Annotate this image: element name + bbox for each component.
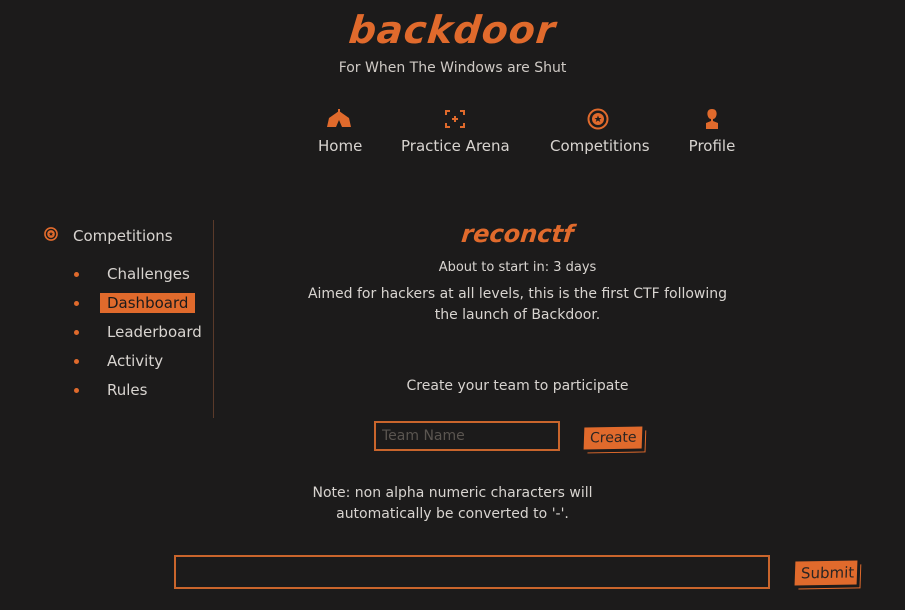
sidebar-divider xyxy=(213,220,214,418)
star-badge-icon xyxy=(587,108,609,130)
bullet-icon xyxy=(74,388,79,393)
site-tagline: For When The Windows are Shut xyxy=(338,60,567,76)
nav-profile-label: Profile xyxy=(688,137,736,155)
team-name-input[interactable] xyxy=(374,421,560,451)
nav-practice-arena-label: Practice Arena xyxy=(401,137,510,155)
note-line-2: automatically be converted to '-'. xyxy=(336,506,569,522)
note-line-1: Note: non alpha numeric characters will xyxy=(312,485,593,501)
competition-description: Aimed for hackers at all levels, this is… xyxy=(307,286,728,323)
bullet-icon xyxy=(74,272,79,277)
bullet-icon xyxy=(74,301,79,306)
nav-profile[interactable]: Profile xyxy=(688,108,736,155)
circus-tent-icon xyxy=(327,109,351,127)
sidebar-item-label: Dashboard xyxy=(100,293,196,313)
flag-input[interactable] xyxy=(174,555,770,589)
bullet-icon xyxy=(74,330,79,335)
nav-home-label: Home xyxy=(318,137,363,155)
team-name-note: Note: non alpha numeric characters will … xyxy=(0,483,905,525)
nav-competitions[interactable]: Competitions xyxy=(550,108,650,155)
competition-title: reconctf xyxy=(459,220,576,248)
sidebar-item-label: Leaderboard xyxy=(107,323,202,341)
nav-competitions-label: Competitions xyxy=(550,137,650,155)
bullet-icon xyxy=(74,359,79,364)
sidebar-title: Competitions xyxy=(73,227,173,245)
create-team-prompt: Create your team to participate xyxy=(406,378,629,394)
site-logo[interactable]: backdoor xyxy=(0,8,905,52)
star-badge-icon xyxy=(44,227,58,241)
submit-button[interactable]: Submit xyxy=(794,560,858,586)
sidebar-item-label: Activity xyxy=(107,352,164,370)
crosshair-icon xyxy=(445,110,465,128)
sidebar-item-label: Challenges xyxy=(107,265,190,283)
nav-practice-arena[interactable]: Practice Arena xyxy=(401,108,510,155)
nav-home[interactable]: Home xyxy=(318,108,363,155)
sidebar-item-label: Rules xyxy=(107,381,148,399)
start-countdown: About to start in: 3 days xyxy=(438,260,597,275)
create-team-button[interactable]: Create xyxy=(583,426,643,450)
user-icon xyxy=(706,109,718,129)
